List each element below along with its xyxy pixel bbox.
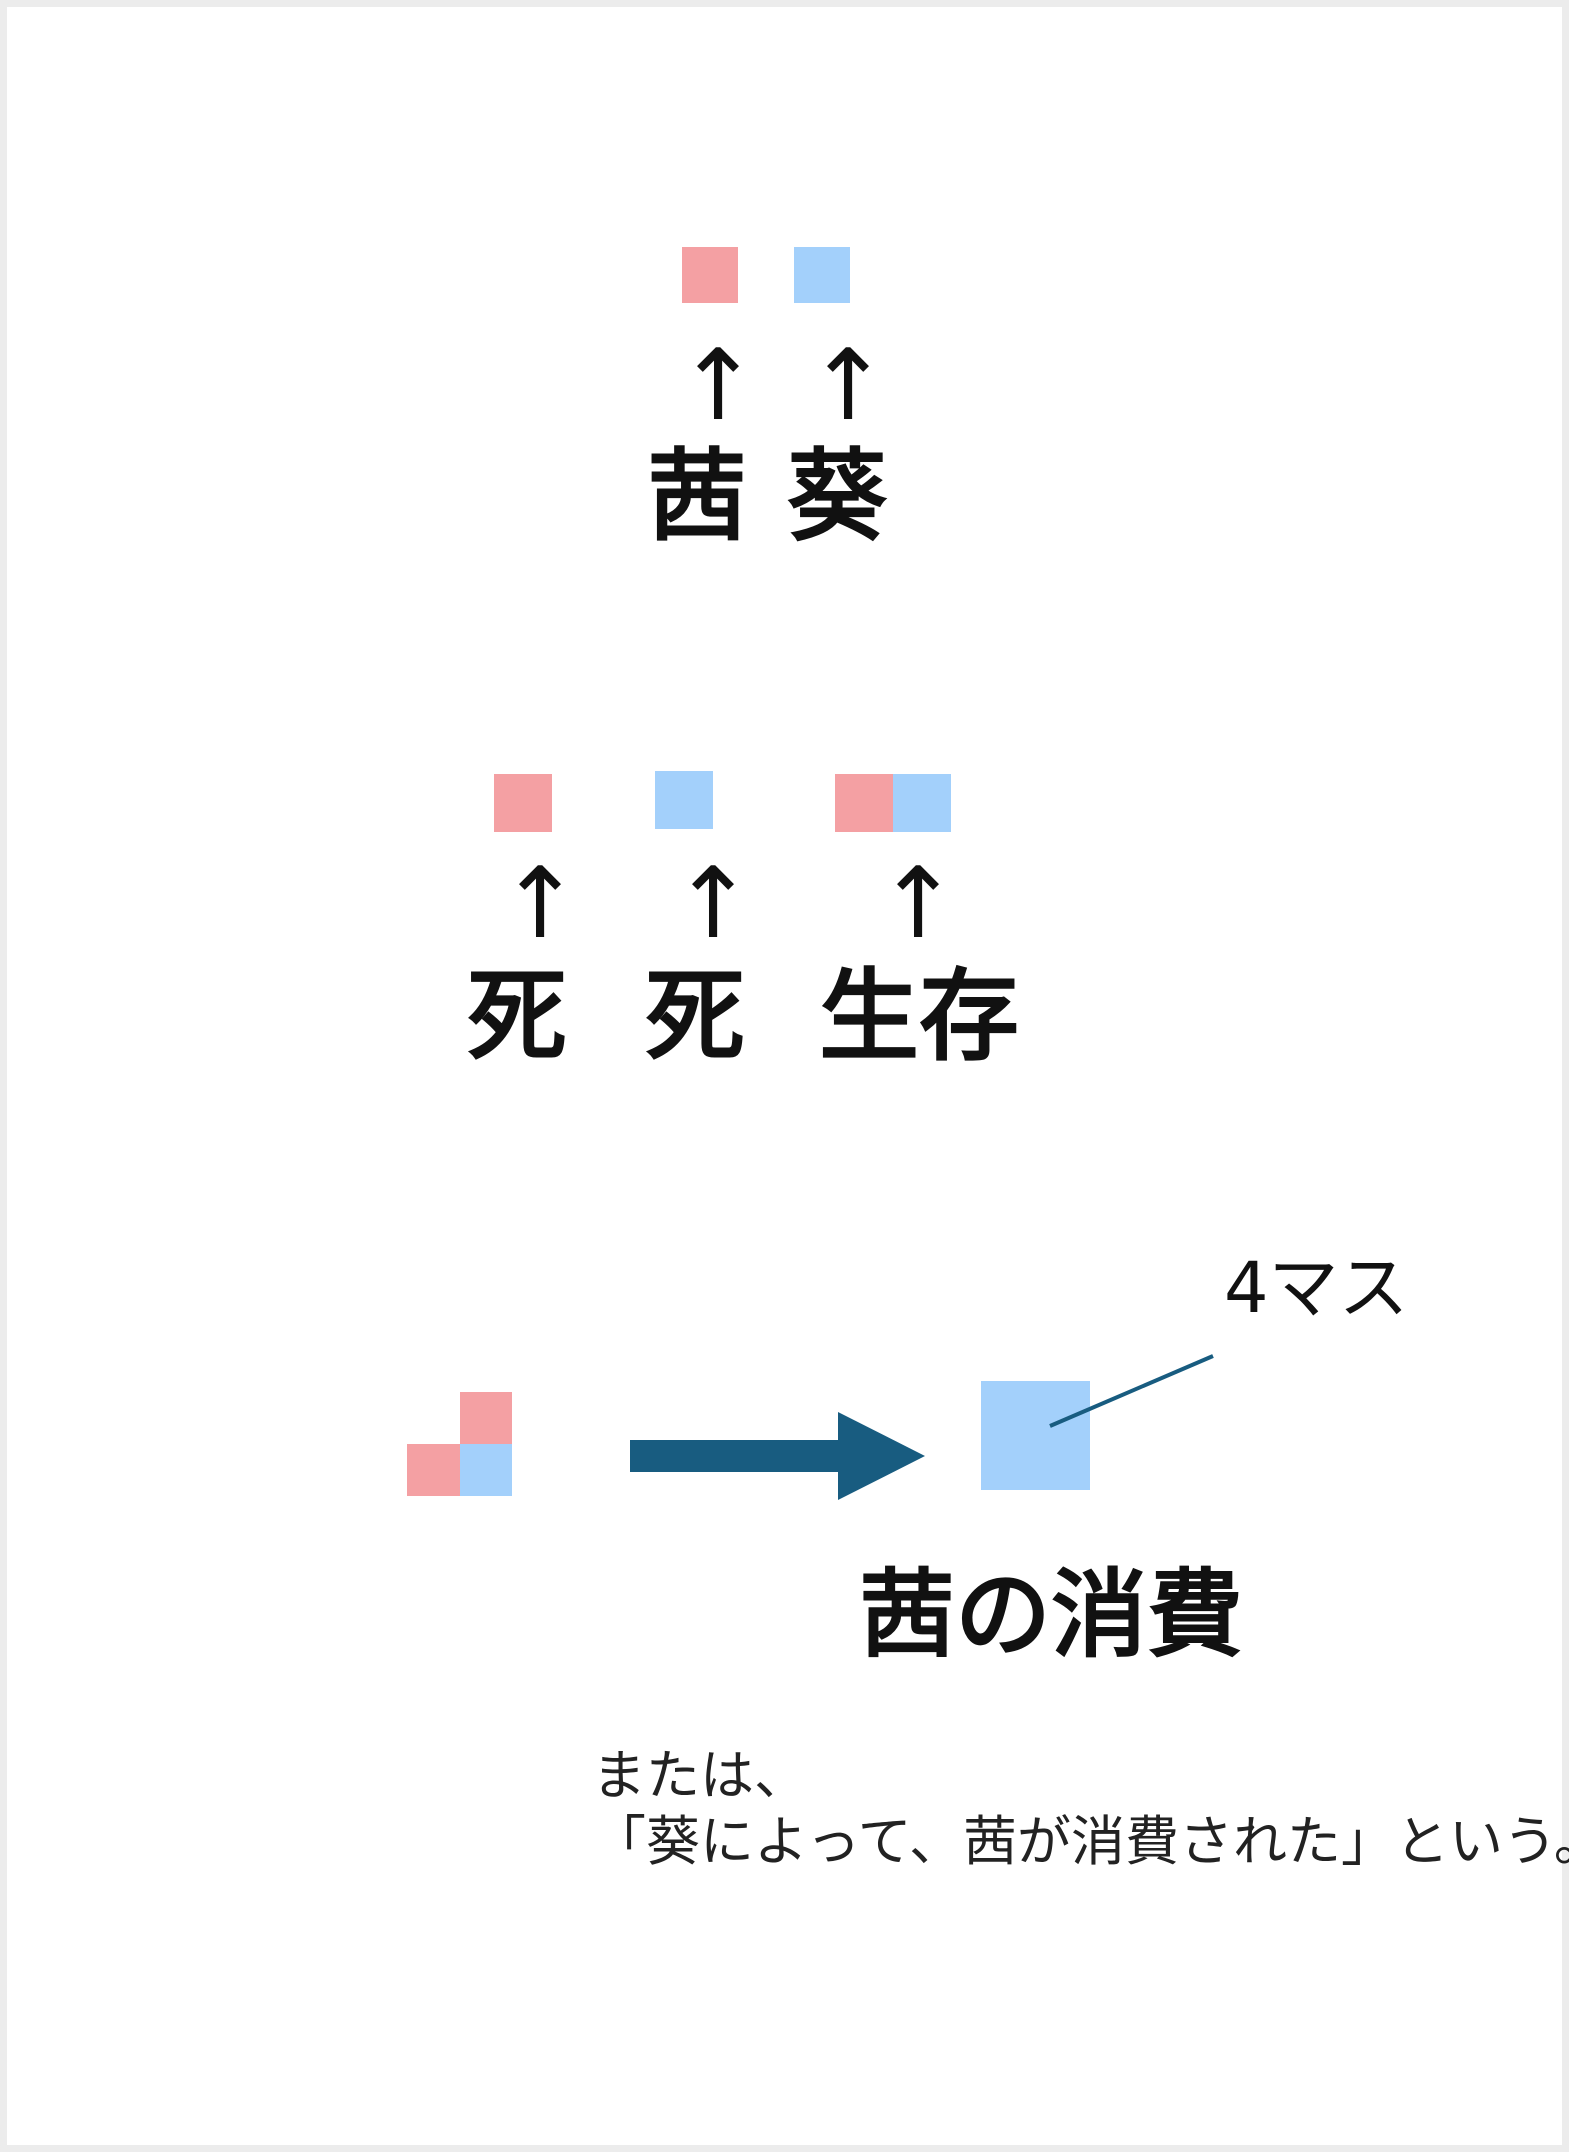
arrow-overlay: [630, 1354, 1214, 1500]
annotation-leader-line: [1049, 1354, 1214, 1428]
right-arrow: [630, 1412, 925, 1500]
